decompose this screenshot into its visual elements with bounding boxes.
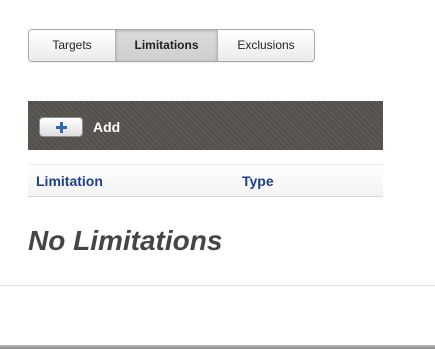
- plus-icon[interactable]: [39, 117, 83, 137]
- bottom-bar: [0, 345, 435, 349]
- table-header: Limitation Type: [28, 164, 383, 197]
- divider: [0, 285, 435, 286]
- add-button-label[interactable]: Add: [93, 119, 120, 135]
- column-header-limitation[interactable]: Limitation: [36, 165, 103, 197]
- column-header-type[interactable]: Type: [242, 165, 274, 197]
- tab-targets[interactable]: Targets: [29, 30, 115, 61]
- empty-state-message: No Limitations: [28, 225, 223, 256]
- toolbar: Add: [28, 101, 383, 150]
- tab-group: Targets Limitations Exclusions: [28, 29, 315, 62]
- tab-limitations[interactable]: Limitations: [115, 30, 217, 61]
- add-button[interactable]: Add: [39, 116, 120, 138]
- tab-exclusions[interactable]: Exclusions: [217, 30, 314, 61]
